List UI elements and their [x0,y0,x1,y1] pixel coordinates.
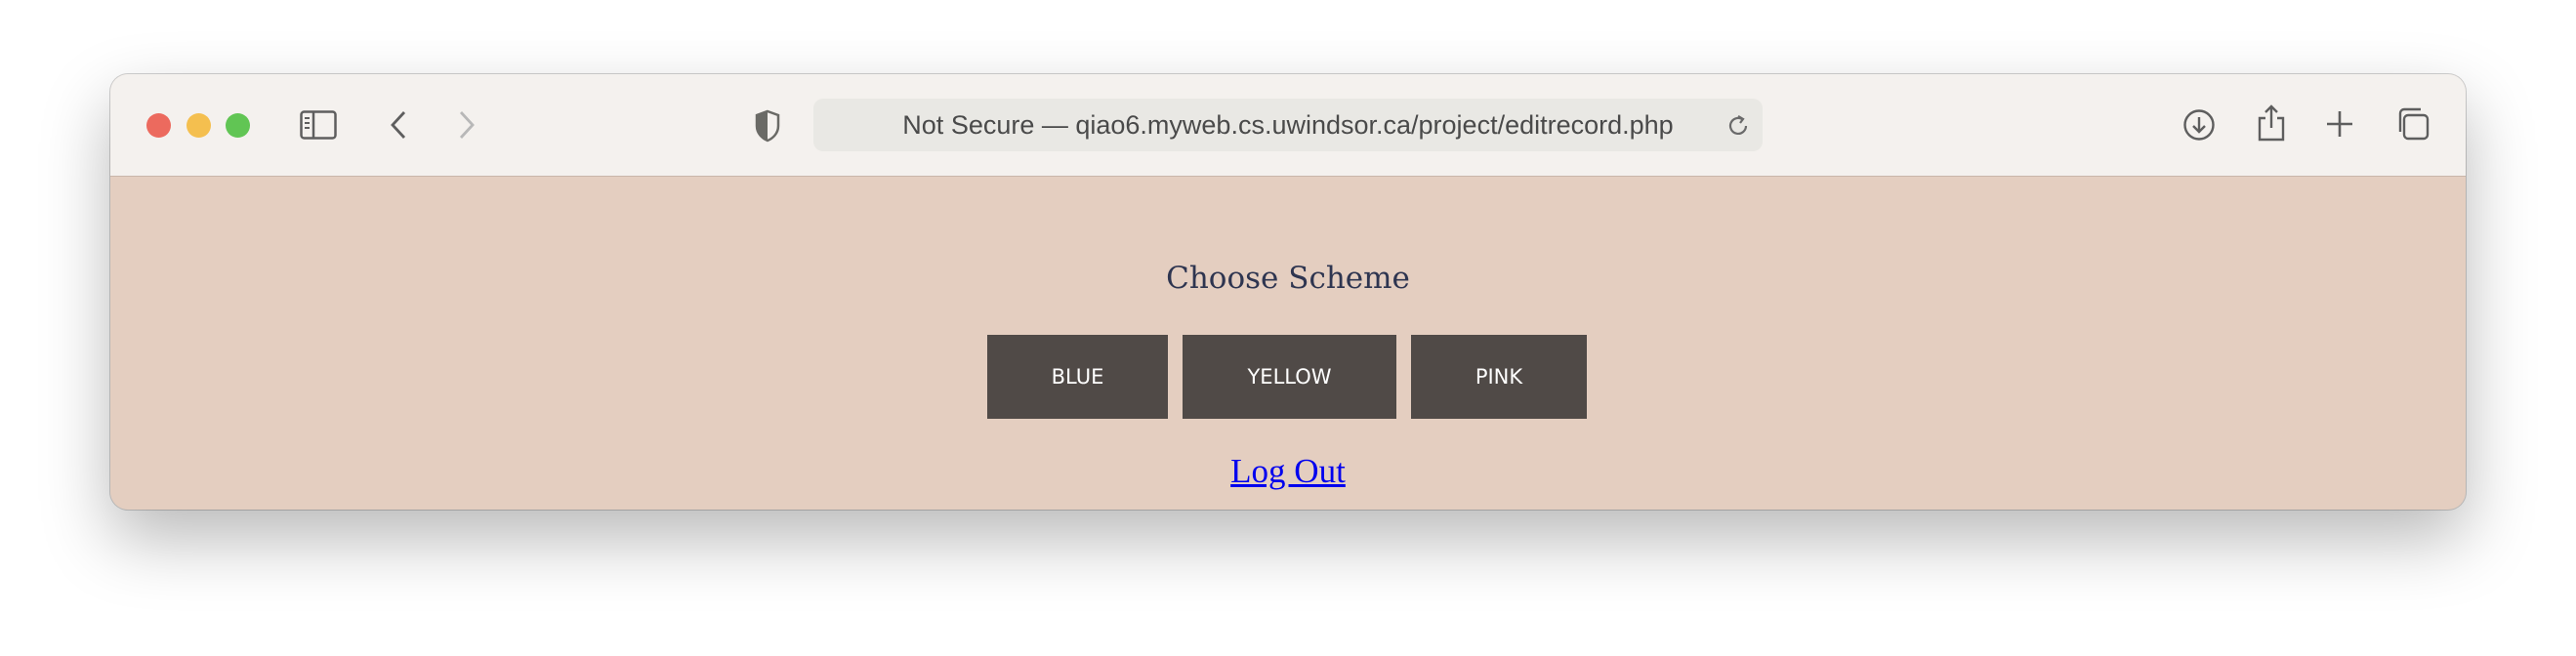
logout-link[interactable]: Log Out [1230,452,1346,490]
yellow-scheme-button[interactable]: YELLOW [1183,335,1396,419]
page-title: Choose Scheme [1166,261,1410,296]
close-icon[interactable] [146,113,171,138]
download-icon[interactable] [2181,107,2217,143]
forward-icon[interactable] [452,105,481,144]
address-bar[interactable]: Not Secure — qiao6.myweb.cs.uwindsor.ca/… [813,99,1763,151]
shield-icon[interactable] [753,107,782,144]
share-icon[interactable] [2254,102,2289,144]
blue-scheme-button[interactable]: BLUE [987,335,1168,419]
minimize-icon[interactable] [187,113,211,138]
browser-window: Not Secure — qiao6.myweb.cs.uwindsor.ca/… [110,74,2466,510]
url-text: Not Secure — qiao6.myweb.cs.uwindsor.ca/… [902,110,1674,140]
reload-icon[interactable] [1724,111,1753,141]
sidebar-icon[interactable] [299,105,338,144]
back-icon[interactable] [384,105,413,144]
pink-scheme-button[interactable]: PINK [1411,335,1587,419]
new-tab-icon[interactable] [2323,107,2356,141]
page-content: Choose Scheme BLUE YELLOW PINK Log Out [110,177,2466,510]
browser-toolbar: Not Secure — qiao6.myweb.cs.uwindsor.ca/… [110,74,2466,177]
tab-overview-icon[interactable] [2394,105,2431,143]
zoom-icon[interactable] [226,113,250,138]
